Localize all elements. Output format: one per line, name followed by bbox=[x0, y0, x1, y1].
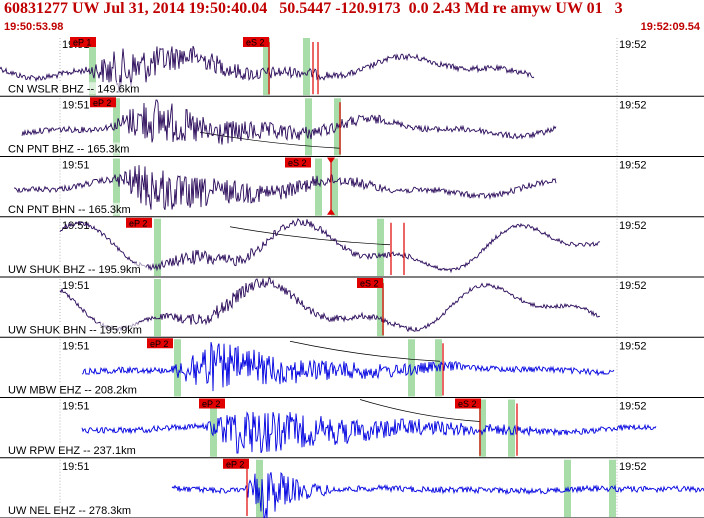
station-label: UW MBW EHZ -- 208.2km bbox=[8, 385, 137, 397]
phase-pick-label[interactable]: eS 2 bbox=[288, 158, 307, 168]
phase-window-marker bbox=[331, 158, 338, 216]
phase-pick-label[interactable]: eS 2 bbox=[246, 38, 265, 48]
time-label-right: 19:52 bbox=[619, 160, 647, 172]
station-label: CN PNT BHN -- 165.3km bbox=[8, 204, 131, 216]
window-end-time: 19:52:09.54 bbox=[640, 21, 700, 33]
waveform-trace bbox=[81, 411, 657, 454]
phase-pick-label[interactable]: eP 2 bbox=[93, 98, 111, 108]
time-label-left: 19:51 bbox=[62, 340, 90, 352]
travel-time-curve bbox=[289, 340, 441, 362]
phase-window-marker bbox=[154, 279, 161, 337]
time-label-left: 19:51 bbox=[62, 461, 90, 473]
phase-pick-label[interactable]: eP 2 bbox=[202, 399, 220, 409]
window-start-time: 19:50:53.98 bbox=[4, 21, 64, 33]
station-label: CN WSLR BHZ -- 149.6km bbox=[8, 83, 139, 95]
event-title: 60831277 UW Jul 31, 2014 19:50:40.04 50.… bbox=[4, 0, 623, 17]
time-label-left: 19:51 bbox=[62, 99, 90, 111]
phase-window-marker bbox=[377, 218, 384, 276]
phase-window-marker bbox=[315, 158, 322, 216]
phase-pick-label[interactable]: eP 2 bbox=[150, 339, 168, 349]
phase-pick-label[interactable]: eP 2 bbox=[226, 459, 244, 469]
station-label: UW SHUK BHZ -- 195.9km bbox=[8, 264, 141, 276]
travel-time-curve bbox=[229, 226, 391, 246]
phase-pick-label[interactable]: eS 2 bbox=[360, 279, 379, 289]
time-label-right: 19:52 bbox=[619, 99, 647, 111]
time-label-left: 19:51 bbox=[62, 160, 90, 172]
phase-window-marker bbox=[303, 38, 310, 96]
seismogram-panel[interactable]: 19:51 19:52 eP 1 eS 2 CN WSLR BHZ -- 149.6km… bbox=[0, 36, 704, 518]
phase-pick-label[interactable]: eP 1 bbox=[73, 38, 91, 48]
waveform-trace bbox=[171, 472, 704, 518]
time-label-right: 19:52 bbox=[619, 220, 647, 232]
waveform-trace bbox=[81, 342, 615, 392]
time-label-left: 19:51 bbox=[62, 280, 90, 292]
time-label-right: 19:52 bbox=[619, 39, 647, 51]
station-label: UW SHUK BHN -- 195.9km bbox=[8, 324, 142, 336]
station-label: CN PNT BHZ -- 165.3km bbox=[8, 144, 129, 156]
station-label: UW RPW EHZ -- 237.1km bbox=[8, 445, 136, 457]
time-label-right: 19:52 bbox=[619, 340, 647, 352]
phase-pick-label[interactable]: eS 2 bbox=[458, 399, 477, 409]
time-label-right: 19:52 bbox=[619, 461, 647, 473]
time-label-right: 19:52 bbox=[619, 401, 647, 413]
phase-pick-label[interactable]: eP 2 bbox=[129, 218, 147, 228]
header-bar: 60831277 UW Jul 31, 2014 19:50:40.04 50.… bbox=[0, 0, 704, 36]
time-label-right: 19:52 bbox=[619, 280, 647, 292]
station-label: UW NEL EHZ -- 278.3km bbox=[8, 505, 131, 517]
time-label-left: 19:51 bbox=[62, 401, 90, 413]
